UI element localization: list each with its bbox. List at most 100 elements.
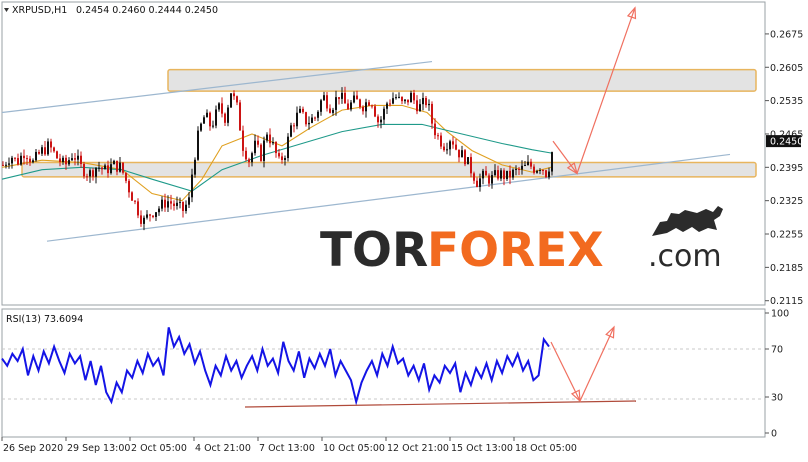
candle-body — [32, 160, 34, 163]
time-tick-label: 4 Oct 21:00 — [195, 443, 251, 454]
time-tick-label: 26 Sep 2020 — [3, 443, 63, 454]
candle-body — [221, 103, 223, 114]
candle-body — [110, 164, 112, 174]
candle-body — [86, 176, 88, 178]
candle-body — [8, 163, 10, 165]
candle-body — [323, 95, 325, 101]
candle-body — [185, 204, 187, 211]
candle-body — [428, 103, 430, 106]
candle-body — [371, 105, 373, 107]
candle-body — [194, 159, 196, 175]
candle-body — [380, 119, 382, 123]
candle-body — [449, 141, 451, 150]
candle-body — [332, 109, 334, 113]
candle-body — [68, 160, 70, 165]
price-tick-label: 0.2185 — [770, 263, 803, 274]
candle-body — [65, 157, 67, 165]
candle-body — [479, 178, 481, 188]
candle-body — [155, 212, 157, 217]
price-axis — [766, 2, 806, 305]
candle-body — [50, 141, 52, 148]
candle-body — [62, 157, 64, 162]
candle-body — [290, 125, 292, 137]
watermark-dotcom: .com — [648, 239, 722, 274]
time-tick-label: 7 Oct 13:00 — [259, 443, 315, 454]
candle — [545, 169, 547, 179]
candle-body — [320, 100, 322, 112]
candle-body — [95, 167, 97, 177]
watermark-forex: FOREX — [427, 223, 604, 278]
candle-body — [305, 112, 307, 125]
candle-body — [116, 160, 118, 172]
candle — [131, 191, 133, 201]
candle-body — [368, 102, 370, 106]
candle-body — [410, 92, 412, 103]
candle-body — [338, 97, 340, 99]
candle-body — [92, 170, 94, 177]
candle-body — [17, 158, 19, 165]
candle-body — [278, 153, 280, 157]
candle-body — [455, 144, 457, 150]
candle-body — [122, 162, 124, 173]
time-tick-label: 12 Oct 21:00 — [387, 443, 449, 454]
candle-body — [200, 123, 202, 131]
candle — [197, 126, 199, 161]
candle-body — [98, 167, 100, 169]
candle-body — [5, 164, 7, 166]
candle-body — [419, 104, 421, 112]
candle-body — [56, 151, 58, 159]
candle-body — [146, 214, 148, 218]
candle-body — [218, 103, 220, 110]
candle-body — [299, 108, 301, 113]
price-tick-label: 0.2115 — [770, 296, 803, 307]
candle-body — [356, 95, 358, 100]
candle-body — [509, 170, 511, 178]
candle-body — [533, 166, 535, 173]
candle-body — [128, 180, 130, 193]
candle — [239, 99, 241, 131]
candle-body — [362, 106, 364, 112]
candle-body — [77, 155, 79, 160]
candle-body — [326, 95, 328, 109]
candle-body — [416, 100, 418, 112]
candle-body — [272, 142, 274, 144]
candle-body — [398, 96, 400, 98]
candle-body — [434, 123, 436, 136]
candle-body — [113, 160, 115, 165]
chart-svg: 0.26750.26050.25350.24650.23950.23250.22… — [1, 1, 806, 454]
price-tick-label: 0.2605 — [770, 63, 803, 74]
candle-body — [158, 208, 160, 213]
candle-body — [44, 147, 46, 155]
candle-body — [407, 99, 409, 103]
candle-body — [59, 158, 61, 162]
candle-body — [506, 170, 508, 179]
candle-body — [521, 165, 523, 170]
candle-body — [536, 170, 538, 173]
candle-body — [107, 165, 109, 174]
time-tick-label: 2 Oct 05:00 — [131, 443, 187, 454]
rsi-pane — [1, 308, 766, 438]
candle-body — [311, 117, 313, 123]
rsi-tick-label: 70 — [771, 345, 783, 356]
rsi-label: RSI(13) 73.6094 — [6, 314, 83, 325]
candle-body — [134, 200, 136, 202]
candle-body — [545, 170, 547, 178]
current-price-label: 0.2450 — [770, 137, 803, 148]
candle-body — [47, 141, 49, 155]
candle — [230, 93, 232, 108]
rsi-tick-label: 0 — [771, 429, 777, 440]
candle-body — [137, 201, 139, 216]
candle-body — [224, 113, 226, 123]
candle-body — [440, 135, 442, 147]
candle-body — [14, 157, 16, 159]
candle-body — [26, 158, 28, 160]
candle-body — [242, 130, 244, 151]
candle-body — [149, 214, 151, 216]
rsi-axis-ticks: 100 70 30 0 — [765, 309, 789, 440]
candle-body — [164, 199, 166, 208]
candle-body — [239, 102, 241, 131]
candle-body — [329, 108, 331, 113]
candle-body — [293, 125, 295, 127]
price-tick-label: 0.2675 — [770, 29, 803, 40]
candle-body — [353, 95, 355, 103]
